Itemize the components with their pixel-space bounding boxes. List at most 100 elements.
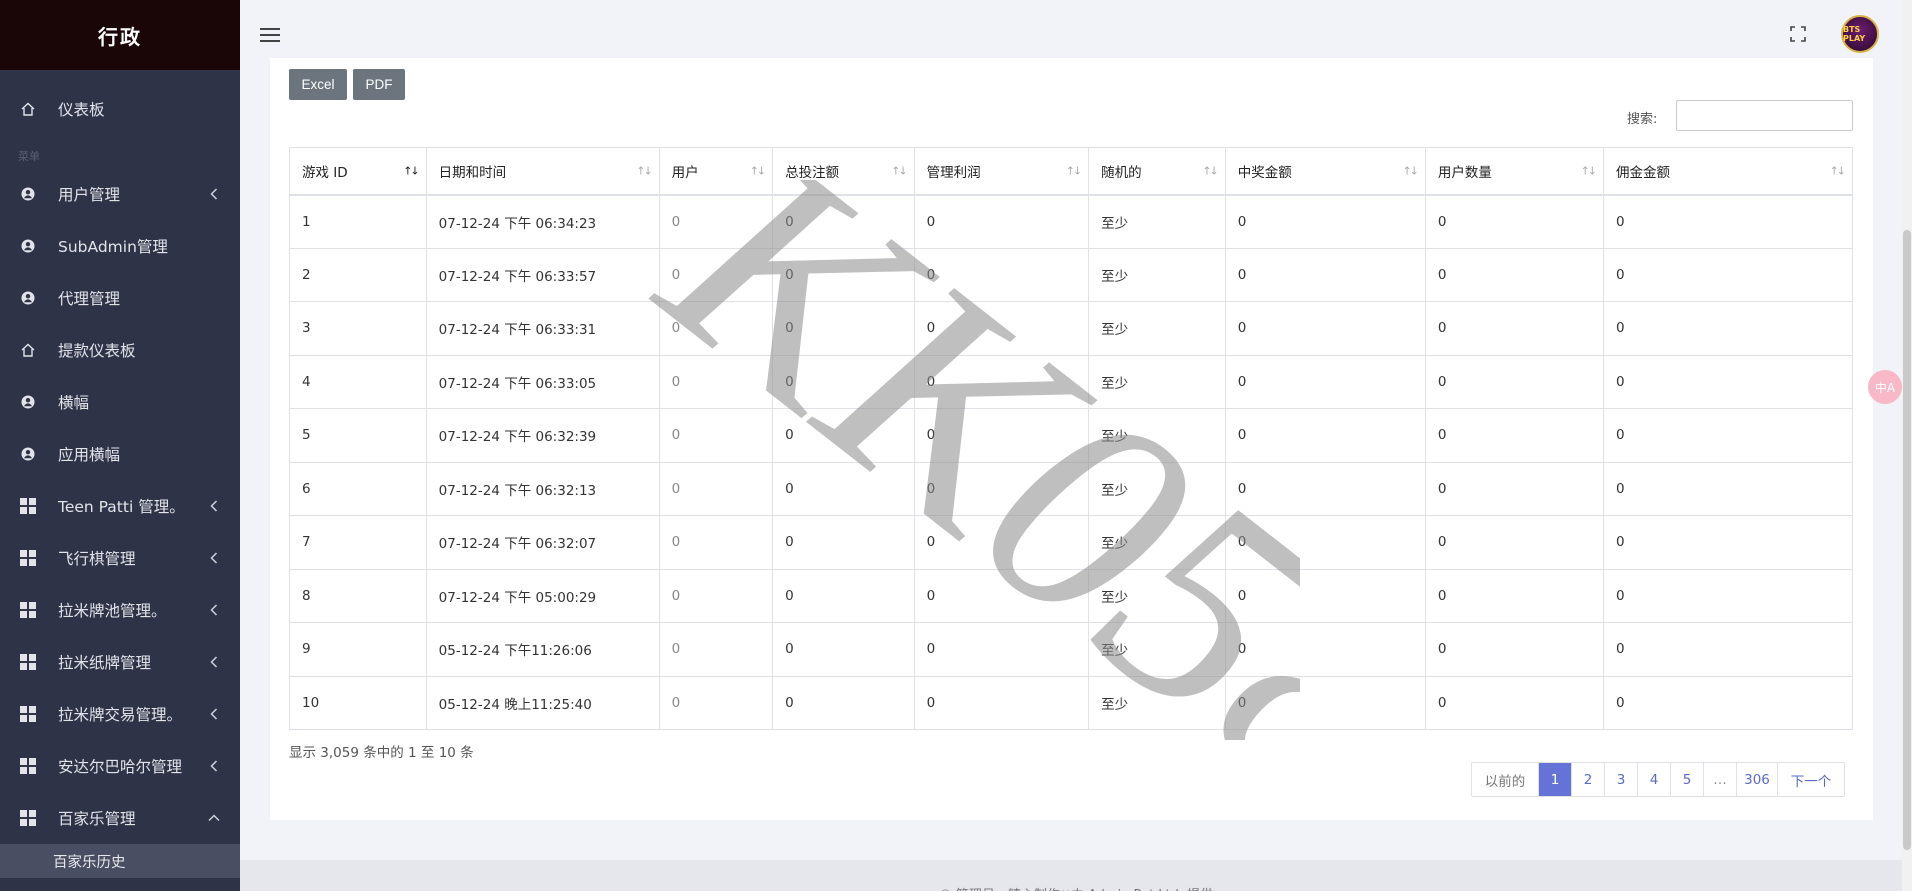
table-cell: 0 <box>772 461 915 516</box>
table-row: 8 07-12-24 下午 05:00:29 0 0 0 至少 0 0 0 <box>289 568 1853 623</box>
table-cell: 0 <box>658 675 774 730</box>
sidebar-item-7[interactable]: Teen Patti 管理。 <box>0 480 240 532</box>
column-header-1[interactable]: 日期和时间 ↑↓ <box>425 147 660 196</box>
column-header-2[interactable]: 用户 ↑↓ <box>658 147 774 196</box>
column-header-7[interactable]: 用户数量 ↑↓ <box>1424 147 1605 196</box>
table-info: 显示 3,059 条中的 1 至 10 条 <box>289 745 474 761</box>
sidebar-item-10[interactable]: 拉米纸牌管理 <box>0 636 240 688</box>
column-header-label: 日期和时间 <box>438 164 507 181</box>
table-cell: 0 <box>1424 408 1605 463</box>
pagination-page-5[interactable]: 5 <box>1671 763 1704 796</box>
sidebar-item-4[interactable]: 提款仪表板 <box>0 324 240 376</box>
sidebar: 行政 仪表板 菜单 用户管理 SubAdmin管理 代理管理 提款仪表板 横幅 应用横幅 Tee… <box>0 0 240 891</box>
table-cell: 0 <box>1224 247 1426 302</box>
translate-button[interactable]: 中A <box>1868 370 1902 404</box>
table-cell: 0 <box>1424 622 1605 677</box>
table-cell: 4 <box>289 354 427 409</box>
sidebar-subitem-baccarat-history[interactable]: 百家乐历史 <box>0 844 240 878</box>
sidebar-item-1[interactable]: 用户管理 <box>0 168 240 220</box>
grid-icon <box>18 496 38 516</box>
table-header-row: 游戏 ID ↑↓ 日期和时间 ↑↓ 用户 ↑↓ 总投注额 ↑↓ 管理利润 ↑↓ 随机的 ↑↓ 中奖金额 ↑… <box>289 147 1853 196</box>
pagination-prev-button[interactable]: 以前的 <box>1472 763 1539 796</box>
pdf-export-button[interactable]: PDF <box>353 69 405 100</box>
table-cell: 0 <box>772 354 915 409</box>
table-cell: 9 <box>289 622 427 677</box>
sidebar-item-2[interactable]: SubAdmin管理 <box>0 220 240 272</box>
table-cell: 5 <box>289 408 427 463</box>
table-cell: 0 <box>658 515 774 570</box>
sidebar-item-label: 拉米牌池管理。 <box>58 602 167 620</box>
avatar[interactable]: BTS PLAY <box>1841 15 1879 53</box>
sidebar-item-11[interactable]: 拉米牌交易管理。 <box>0 688 240 740</box>
table-cell: 0 <box>1224 515 1426 570</box>
pagination-page-2[interactable]: 2 <box>1572 763 1605 796</box>
sidebar-item-13[interactable]: 百家乐管理 <box>0 792 240 844</box>
user-circle-icon <box>18 392 38 412</box>
pagination-page-3[interactable]: 3 <box>1605 763 1638 796</box>
user-circle-icon <box>18 236 38 256</box>
pagination-ellipsis[interactable]: … <box>1704 763 1737 796</box>
pagination-next-button[interactable]: 下一个 <box>1778 763 1844 796</box>
sidebar-item-label: 飞行棋管理 <box>58 550 136 568</box>
pagination-page-last[interactable]: 306 <box>1737 763 1778 796</box>
table-cell: 0 <box>658 194 774 249</box>
avatar-text: BTS PLAY <box>1843 25 1866 43</box>
sidebar-item-6[interactable]: 应用横幅 <box>0 428 240 480</box>
user-circle-icon <box>18 288 38 308</box>
sidebar-item-8[interactable]: 飞行棋管理 <box>0 532 240 584</box>
table-cell: 0 <box>1424 515 1605 570</box>
sidebar-item-9[interactable]: 拉米牌池管理。 <box>0 584 240 636</box>
search-input[interactable] <box>1676 100 1853 131</box>
table-cell: 至少 <box>1088 194 1226 249</box>
table-cell: 0 <box>772 408 915 463</box>
table-cell: 0 <box>1424 461 1605 516</box>
table-cell: 0 <box>1224 408 1426 463</box>
page-scrollbar[interactable] <box>1902 0 1912 891</box>
sidebar-item-0[interactable]: 仪表板 <box>0 74 240 144</box>
sort-icon: ↑↓ <box>1065 164 1083 178</box>
column-header-5[interactable]: 随机的 ↑↓ <box>1088 147 1226 196</box>
table-cell: 0 <box>658 622 774 677</box>
column-header-label: 随机的 <box>1101 164 1142 181</box>
content-card: Excel PDF 搜索: 游戏 ID ↑↓ 日期和时间 ↑↓ 用户 ↑↓ 总投注额 ↑↓ 管理… <box>270 58 1873 820</box>
chevron-left-icon <box>208 760 220 772</box>
table-cell: 0 <box>913 461 1090 516</box>
table-cell: 至少 <box>1088 622 1226 677</box>
table-cell: 至少 <box>1088 247 1226 302</box>
chevron-left-icon <box>208 604 220 616</box>
table-cell: 0 <box>913 622 1090 677</box>
column-header-8[interactable]: 佣金金额 ↑↓ <box>1603 147 1853 196</box>
table-cell: 0 <box>1224 461 1426 516</box>
sort-icon: ↑↓ <box>1580 164 1598 178</box>
column-header-label: 用户数量 <box>1437 164 1492 181</box>
sidebar-item-label: 应用横幅 <box>58 446 121 464</box>
table-cell: 6 <box>289 461 427 516</box>
fullscreen-icon[interactable] <box>1789 25 1807 43</box>
sort-icon: ↑↓ <box>1829 164 1847 178</box>
scrollbar-thumb[interactable] <box>1903 230 1911 850</box>
column-header-0[interactable]: 游戏 ID ↑↓ <box>289 147 427 196</box>
menu-toggle-icon[interactable] <box>260 24 280 46</box>
table-cell: 07-12-24 下午 06:32:07 <box>425 515 660 570</box>
table-cell: 0 <box>658 408 774 463</box>
grid-icon <box>18 756 38 776</box>
table-cell: 0 <box>1424 301 1605 356</box>
pagination-page-4[interactable]: 4 <box>1638 763 1671 796</box>
sidebar-item-3[interactable]: 代理管理 <box>0 272 240 324</box>
table-cell: 0 <box>658 301 774 356</box>
column-header-6[interactable]: 中奖金额 ↑↓ <box>1224 147 1426 196</box>
table-cell: 0 <box>772 515 915 570</box>
table-cell: 8 <box>289 568 427 623</box>
sidebar-item-12[interactable]: 安达尔巴哈尔管理 <box>0 740 240 792</box>
table-cell: 至少 <box>1088 515 1226 570</box>
table-cell: 0 <box>772 622 915 677</box>
column-header-4[interactable]: 管理利润 ↑↓ <box>913 147 1090 196</box>
pagination-page-1[interactable]: 1 <box>1539 763 1572 796</box>
sidebar-item-5[interactable]: 横幅 <box>0 376 240 428</box>
table-cell: 0 <box>1424 675 1605 730</box>
sort-icon: ↑↓ <box>1202 164 1219 178</box>
column-header-3[interactable]: 总投注额 ↑↓ <box>772 147 915 196</box>
table-cell: 05-12-24 晚上11:25:40 <box>425 675 660 730</box>
table-cell: 0 <box>1224 675 1426 730</box>
excel-export-button[interactable]: Excel <box>289 69 347 100</box>
